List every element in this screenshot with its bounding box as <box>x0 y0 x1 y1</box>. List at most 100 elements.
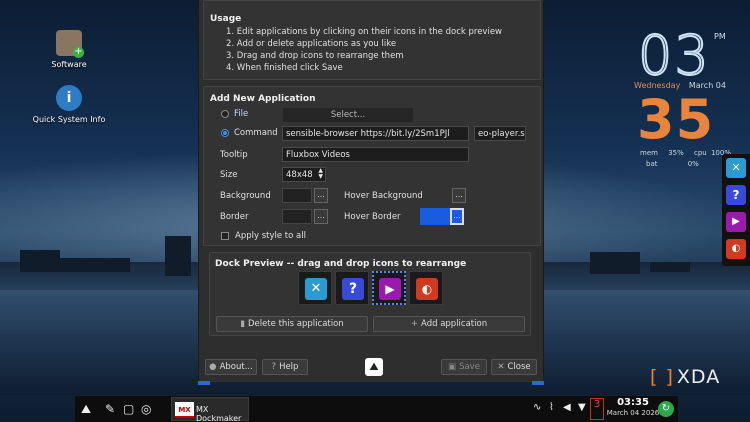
clock-meridiem: PM <box>714 32 726 41</box>
size-spinner[interactable]: 48x48 ▲ ▼ <box>282 167 326 182</box>
globe-icon[interactable]: ◎ <box>141 402 151 416</box>
mx-tools-icon: ✕ <box>305 278 327 300</box>
stat-mem-cpu: mem 35% cpu 100% <box>640 149 731 157</box>
desktop-icon-label: Quick System Info <box>32 115 106 124</box>
bat-value: 0% <box>687 160 699 168</box>
taskbar-date: March 04 2026 <box>606 409 660 417</box>
trash-icon: ▮ <box>240 319 245 329</box>
usage-line: 3. Drag and drop icons to rearrange them <box>226 51 404 61</box>
add-application-label: Add application <box>421 319 488 329</box>
hover-border-label: Hover Border <box>344 212 401 222</box>
usage-line: 1. Edit applications by clicking on thei… <box>226 27 503 37</box>
help-button[interactable]: ? Help <box>262 359 308 375</box>
file-label: File <box>234 109 249 119</box>
command-label: Command <box>234 128 278 138</box>
hover-border-color-button[interactable]: ... <box>450 208 464 225</box>
apply-style-all-label: Apply style to all <box>235 231 306 241</box>
taskbar: ⛰ ✎ ▢ ◎ MX MX Dockmaker ∿ ⌇ ◀ ▼ 3 03:35 … <box>75 396 678 422</box>
hover-background-color-button[interactable]: ... <box>452 188 466 203</box>
dock-preview-title: Dock Preview -- drag and drop icons to r… <box>215 259 467 269</box>
usage-line: 2. Add or delete applications as you lik… <box>226 39 397 49</box>
taskbar-app-dockmaker[interactable]: MX MX Dockmaker <box>171 397 249 422</box>
mx-logo-icon: ⛰ <box>365 358 383 376</box>
taskbar-clock[interactable]: 03:35 March 04 2026 <box>606 397 660 421</box>
dialog-focus-bar-right <box>532 381 544 385</box>
file-radio[interactable] <box>221 110 229 118</box>
close-icon: ✕ <box>497 362 505 372</box>
background-label: Background <box>220 191 271 201</box>
cpu-label: cpu <box>693 149 707 157</box>
taskbar-app-label: MX Dockmaker <box>196 405 242 422</box>
usage-title: Usage <box>210 14 242 24</box>
xda-text: XDA <box>676 366 721 388</box>
taskbar-time: 03:35 <box>617 397 649 408</box>
select-file-button[interactable]: Select... <box>282 107 414 123</box>
apply-style-all-checkbox[interactable] <box>221 232 229 240</box>
icon-path-input[interactable]: eo-player.svg <box>474 126 526 141</box>
help-circle-icon: ? <box>271 362 277 372</box>
dock-preview-item[interactable]: ◐ <box>409 271 443 305</box>
info-icon: i <box>56 85 82 111</box>
size-value: 48x48 <box>286 170 313 180</box>
wrench-icon[interactable]: ✎ <box>105 402 115 416</box>
add-application-panel: Add New Application File Select... Comma… <box>203 86 541 246</box>
activity-icon[interactable]: ∿ <box>533 402 541 413</box>
stat-bat: bat 0% <box>640 160 699 168</box>
help-label: Help <box>279 362 299 372</box>
mx-menu-icon[interactable]: ⛰ <box>81 402 91 417</box>
desktop-icon-label: Software <box>51 60 87 69</box>
close-button[interactable]: ✕ Close <box>491 359 537 375</box>
background-swatch <box>282 188 312 203</box>
dockmaker-dialog: Usage 1. Edit applications by clicking o… <box>198 0 544 382</box>
dock-preview-item[interactable]: ? <box>335 271 369 305</box>
usage-line: 4. When finished click Save <box>226 63 343 73</box>
hover-border-swatch <box>420 208 450 225</box>
usage-panel: Usage 1. Edit applications by clicking o… <box>203 0 541 80</box>
size-label: Size <box>220 170 238 180</box>
browser-icon: ◐ <box>416 278 438 300</box>
mem-label: mem <box>640 149 658 157</box>
video-player-icon[interactable]: ▶ <box>726 212 746 232</box>
border-color-button[interactable]: ... <box>314 209 328 224</box>
wifi-icon[interactable]: ▼ <box>578 402 586 413</box>
mx-app-icon: MX <box>175 402 194 418</box>
updates-indicator[interactable]: 3 <box>590 398 604 420</box>
folder-icon[interactable]: ▢ <box>123 402 134 416</box>
dock-preview-item[interactable]: ✕ <box>298 271 332 305</box>
tooltip-input[interactable]: Fluxbox Videos <box>282 147 469 162</box>
command-input[interactable]: sensible-browser https://bit.ly/2Sm1PJl <box>282 126 469 141</box>
delete-application-label: Delete this application <box>247 319 344 329</box>
update-status-icon[interactable]: ↻ <box>658 401 674 417</box>
clock-minute: 35 <box>637 88 715 151</box>
border-label: Border <box>220 212 249 222</box>
clip-icon[interactable]: ⌇ <box>549 402 554 413</box>
delete-application-button[interactable]: ▮ Delete this application <box>216 316 368 332</box>
border-swatch <box>282 209 312 224</box>
clock-hour: 03 <box>637 23 711 88</box>
browser-icon[interactable]: ◐ <box>726 239 746 259</box>
mx-tools-icon[interactable]: ✕ <box>726 158 746 178</box>
desktop-icon-software[interactable]: + Software <box>29 30 109 69</box>
dock-preview-item-selected[interactable]: ▶ <box>372 271 406 305</box>
side-dock: ✕ ? ▶ ◐ <box>722 154 750 266</box>
about-button[interactable]: ● About... <box>205 359 257 375</box>
mem-value: 35% <box>668 149 684 157</box>
spinner-arrows-icon[interactable]: ▲ ▼ <box>318 168 323 180</box>
save-button[interactable]: ▣ Save <box>441 359 487 375</box>
help-icon: ? <box>342 278 364 300</box>
xda-watermark: [ ] XDA <box>650 366 720 388</box>
command-radio[interactable] <box>221 129 229 137</box>
save-icon: ▣ <box>448 362 457 372</box>
desktop-icon-quick-system-info[interactable]: i Quick System Info <box>29 85 109 124</box>
add-app-title: Add New Application <box>210 94 316 104</box>
volume-icon[interactable]: ◀ <box>563 402 571 413</box>
add-application-button[interactable]: + Add application <box>373 316 525 332</box>
xda-bracket-icon: [ ] <box>650 366 674 388</box>
tooltip-label: Tooltip <box>220 150 248 160</box>
video-player-icon: ▶ <box>379 278 401 300</box>
background-color-button[interactable]: ... <box>314 188 328 203</box>
software-box-icon: + <box>56 30 84 58</box>
help-icon[interactable]: ? <box>726 185 746 205</box>
info-icon: ● <box>209 362 217 372</box>
updates-count: 3 <box>593 399 601 410</box>
